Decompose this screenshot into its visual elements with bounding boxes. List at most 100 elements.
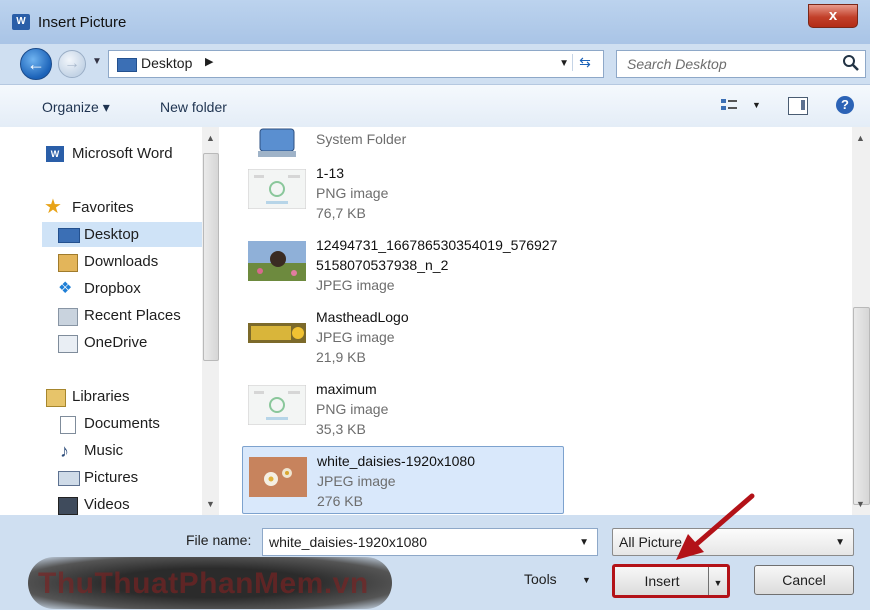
file-name: white_daisies-1920x1080 bbox=[317, 453, 475, 469]
new-folder-button[interactable]: New folder bbox=[160, 99, 227, 115]
file-size: 76,7 KB bbox=[316, 205, 366, 221]
image-thumbnail bbox=[248, 323, 306, 343]
list-item-selected[interactable]: white_daisies-1920x1080 JPEG image 276 K… bbox=[242, 446, 564, 514]
documents-icon bbox=[60, 416, 76, 434]
list-item[interactable]: MastheadLogo JPEG image 21,9 KB bbox=[242, 303, 562, 369]
scroll-down-icon[interactable]: ▼ bbox=[206, 499, 215, 509]
nav-item-desktop[interactable]: Desktop bbox=[42, 222, 202, 247]
downloads-icon bbox=[58, 254, 78, 272]
window-title: Insert Picture bbox=[38, 14, 127, 31]
nav-item-pictures[interactable]: Pictures bbox=[0, 465, 200, 490]
filter-value[interactable]: All Picture bbox=[619, 534, 682, 550]
watermark-logo: ThuThuatPhanMem.vn bbox=[28, 557, 392, 609]
nav-label: Libraries bbox=[72, 388, 130, 405]
preview-pane-icon[interactable] bbox=[788, 97, 808, 115]
file-size: 276 KB bbox=[317, 493, 363, 509]
libraries-icon bbox=[46, 389, 66, 407]
address-dropdown-icon[interactable]: ▼ bbox=[559, 58, 569, 69]
list-item[interactable]: maximum PNG image 35,3 KB bbox=[242, 375, 562, 441]
nav-label: Favorites bbox=[72, 199, 134, 216]
help-icon[interactable]: ? bbox=[836, 96, 854, 114]
change-view-icon[interactable] bbox=[720, 97, 738, 113]
scroll-up-icon[interactable]: ▲ bbox=[856, 133, 865, 143]
file-name: MastheadLogo bbox=[316, 309, 409, 325]
tools-dropdown-icon[interactable]: ▼ bbox=[582, 575, 591, 585]
nav-label: Videos bbox=[84, 496, 130, 513]
scroll-up-icon[interactable]: ▲ bbox=[206, 133, 215, 143]
search-placeholder[interactable]: Search Desktop bbox=[627, 56, 727, 72]
recent-places-icon bbox=[58, 308, 78, 326]
image-thumbnail bbox=[249, 457, 307, 497]
cancel-button[interactable]: Cancel bbox=[754, 565, 854, 595]
file-name: System Folder bbox=[316, 131, 407, 147]
file-type-filter[interactable]: All Picture ▼ bbox=[612, 528, 854, 556]
insert-label[interactable]: Insert bbox=[615, 567, 709, 595]
nav-item-videos[interactable]: Videos bbox=[0, 492, 200, 515]
onedrive-icon bbox=[58, 335, 78, 353]
title-bar: W Insert Picture x bbox=[0, 0, 870, 44]
file-name-input[interactable]: white_daisies-1920x1080 ▼ bbox=[262, 528, 598, 556]
navigation-pane: W Microsoft Word ★ Favorites Desktop Dow… bbox=[0, 127, 223, 515]
search-icon[interactable] bbox=[841, 53, 861, 73]
nav-label: Desktop bbox=[84, 226, 140, 243]
computer-icon bbox=[258, 128, 296, 157]
chevron-right-icon[interactable]: ▶ bbox=[205, 55, 213, 68]
file-name: 1-13 bbox=[316, 165, 345, 181]
search-input[interactable]: Search Desktop bbox=[616, 50, 866, 78]
tools-button[interactable]: Tools bbox=[524, 571, 557, 587]
nav-item-microsoft-word[interactable]: W Microsoft Word bbox=[0, 141, 200, 166]
close-button[interactable]: x bbox=[808, 4, 858, 28]
chevron-down-icon[interactable]: ▼ bbox=[579, 537, 589, 548]
desktop-icon bbox=[58, 228, 80, 243]
organize-button[interactable]: Organize ▾ bbox=[42, 99, 110, 116]
nav-label: Documents bbox=[84, 415, 160, 432]
pictures-icon bbox=[58, 471, 80, 486]
file-list-scrollbar[interactable]: ▲ ▼ bbox=[852, 127, 870, 515]
refresh-icon[interactable]: ⇆ bbox=[572, 54, 597, 71]
view-dropdown-icon[interactable]: ▼ bbox=[752, 100, 761, 110]
nav-item-documents[interactable]: Documents bbox=[0, 411, 200, 436]
nav-label: Microsoft Word bbox=[72, 145, 173, 162]
list-item[interactable]: 12494731_166786530354019_576927 51580705… bbox=[242, 231, 562, 297]
address-row: ← → ▼ Desktop ▶ ▼ ⇆ Search Desktop bbox=[0, 44, 870, 84]
command-toolbar: Organize ▾ New folder ▼ ? bbox=[0, 84, 870, 128]
forward-button[interactable]: → bbox=[58, 50, 86, 78]
insert-button[interactable]: Insert ▼ bbox=[612, 564, 730, 598]
address-location[interactable]: Desktop bbox=[141, 55, 192, 71]
file-type: JPEG image bbox=[316, 329, 395, 345]
scrollbar-thumb[interactable] bbox=[853, 307, 870, 505]
watermark-text: ThuThuatPhanMem.vn bbox=[38, 567, 369, 600]
file-size: 35,3 KB bbox=[316, 421, 366, 437]
chevron-down-icon[interactable]: ▼ bbox=[714, 578, 723, 588]
nav-item-favorites[interactable]: ★ Favorites bbox=[0, 195, 200, 220]
dropbox-icon: ❖ bbox=[58, 280, 73, 297]
address-bar[interactable]: Desktop ▶ ▼ ⇆ bbox=[108, 50, 604, 78]
list-item[interactable]: 1-13 PNG image 76,7 KB bbox=[242, 159, 562, 225]
back-button[interactable]: ← bbox=[20, 48, 52, 80]
nav-item-libraries[interactable]: Libraries bbox=[0, 384, 200, 409]
file-name-value[interactable]: white_daisies-1920x1080 bbox=[269, 534, 427, 550]
nav-label: Recent Places bbox=[84, 307, 181, 324]
file-type: PNG image bbox=[316, 185, 389, 201]
desktop-icon bbox=[117, 58, 137, 72]
nav-item-dropbox[interactable]: ❖ Dropbox bbox=[0, 276, 200, 301]
image-thumbnail bbox=[248, 385, 306, 425]
recent-locations-dropdown[interactable]: ▼ bbox=[92, 56, 102, 67]
nav-label: Music bbox=[84, 442, 124, 459]
nav-item-downloads[interactable]: Downloads bbox=[0, 249, 200, 274]
image-thumbnail bbox=[248, 241, 306, 281]
nav-item-recent-places[interactable]: Recent Places bbox=[0, 303, 200, 328]
nav-item-music[interactable]: ♪ Music bbox=[0, 438, 200, 463]
file-name-label: File name: bbox=[186, 532, 252, 548]
insert-dropdown[interactable]: ▼ bbox=[708, 567, 727, 595]
file-name: maximum bbox=[316, 381, 377, 397]
navigation-scrollbar[interactable]: ▲ ▼ bbox=[202, 127, 219, 515]
chevron-down-icon[interactable]: ▼ bbox=[835, 537, 845, 548]
file-name-continued: 5158070537938_n_2 bbox=[316, 257, 449, 273]
scrollbar-thumb[interactable] bbox=[203, 153, 219, 361]
scroll-down-icon[interactable]: ▼ bbox=[856, 499, 865, 509]
image-thumbnail bbox=[248, 169, 306, 209]
nav-item-onedrive[interactable]: OneDrive bbox=[0, 330, 200, 355]
star-icon: ★ bbox=[44, 196, 62, 218]
file-list: System Folder 1-13 PNG image 76,7 KB 124… bbox=[222, 127, 852, 515]
